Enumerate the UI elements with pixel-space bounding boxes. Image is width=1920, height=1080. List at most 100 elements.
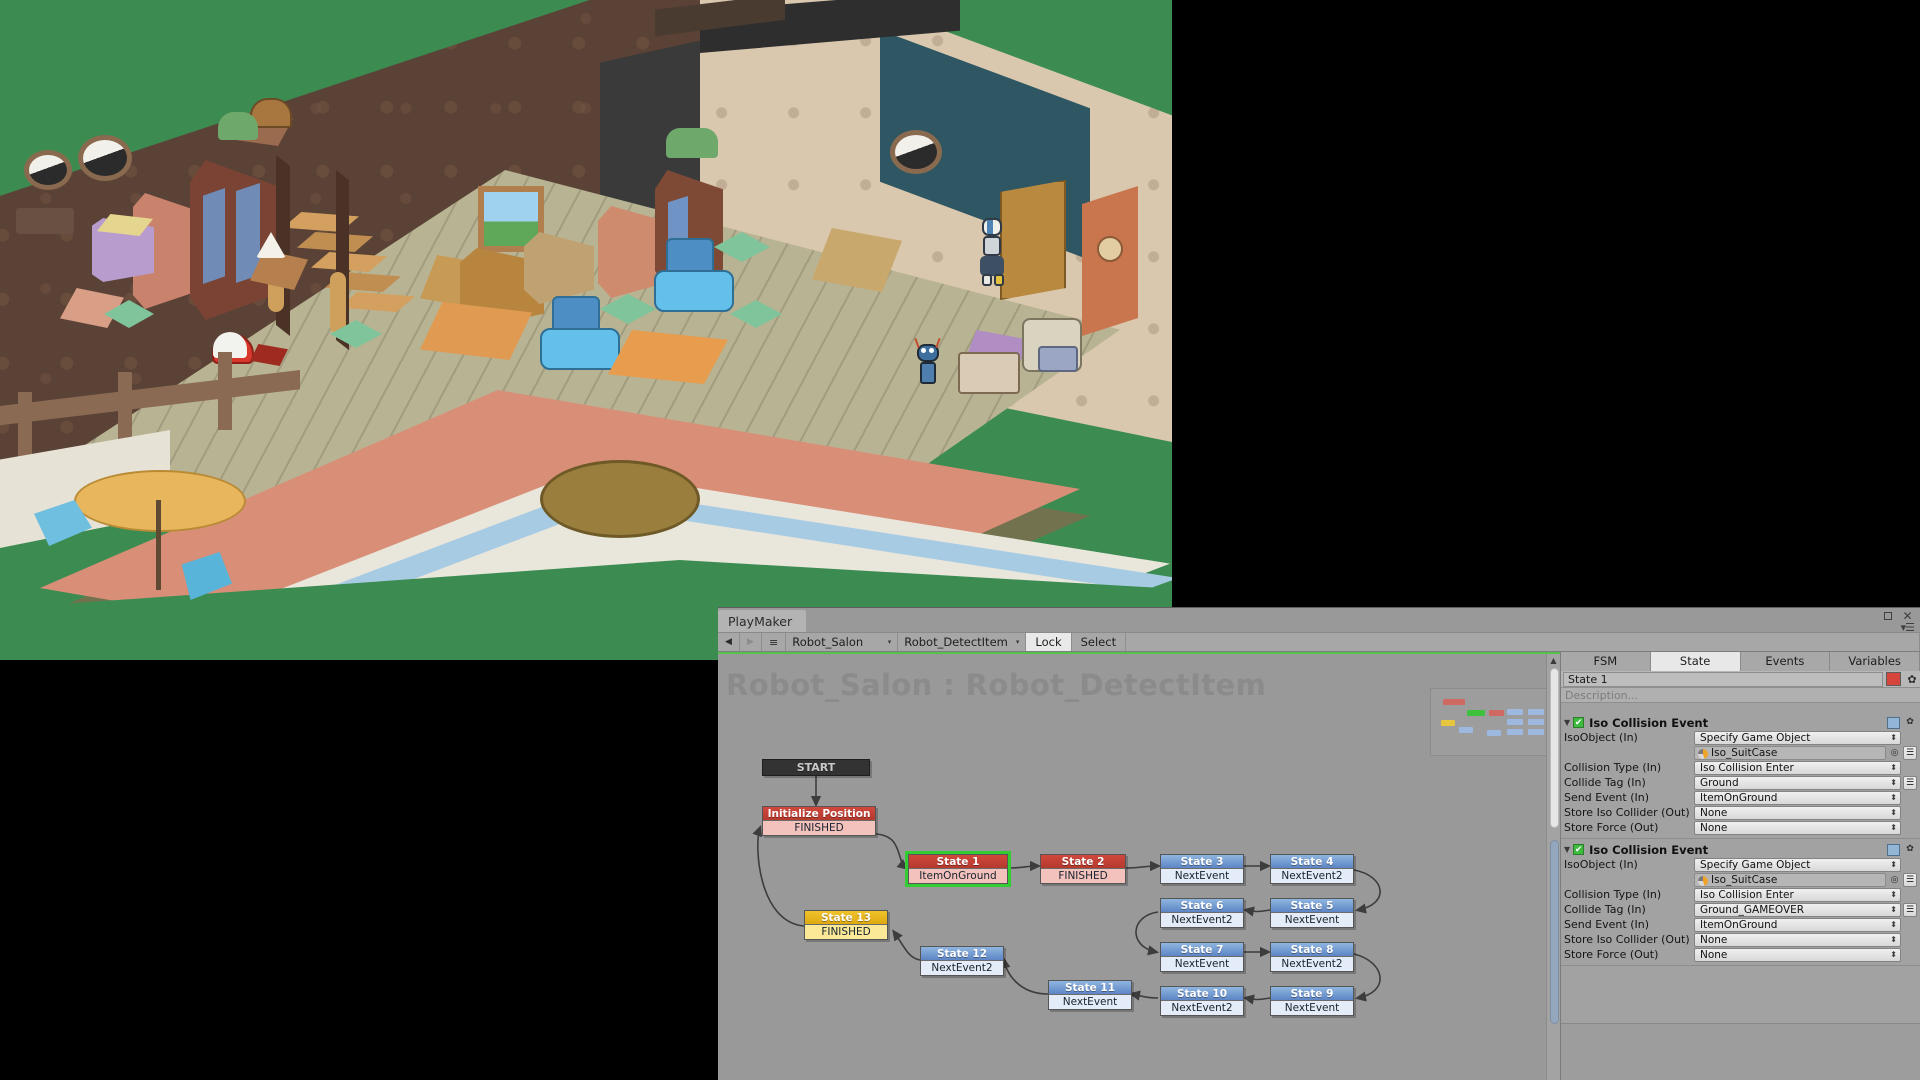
- state-inspector[interactable]: FSM State Events Variables State 1 ✿ Descri…: [1560, 652, 1920, 1080]
- fsm-state-node-event[interactable]: NextEvent2: [1161, 913, 1243, 927]
- fsm-state-node[interactable]: State 12 NextEvent2: [920, 946, 1004, 976]
- fsm-state-node-event[interactable]: NextEvent: [1271, 913, 1353, 927]
- dropdown-field[interactable]: Ground ⬍: [1694, 775, 1901, 790]
- stepper-icon[interactable]: ⬍: [1890, 732, 1897, 744]
- variable-menu-button[interactable]: ☰: [1903, 775, 1917, 790]
- playmaker-window[interactable]: PlayMaker ✕ ▾☰ ◀ ▶ ≡ Robot_Salon ▾ Robot…: [718, 607, 1920, 1080]
- dropdown-field[interactable]: None ⬍: [1694, 820, 1901, 835]
- window-menu-icon[interactable]: ▾☰: [1901, 621, 1915, 634]
- playmaker-tab[interactable]: PlayMaker: [718, 610, 807, 632]
- dropdown-field[interactable]: None ⬍: [1694, 947, 1901, 962]
- scrollbar-thumb-light[interactable]: [1550, 668, 1559, 828]
- fsm-state-node[interactable]: START: [762, 759, 870, 776]
- fsm-state-node[interactable]: State 5 NextEvent: [1270, 898, 1354, 928]
- stepper-icon[interactable]: ⬍: [1890, 919, 1897, 931]
- object-field[interactable]: Iso_SuitCase: [1694, 745, 1886, 760]
- fsm-name-dropdown[interactable]: Robot_DetectItem ▾: [898, 633, 1027, 651]
- object-field[interactable]: Iso_SuitCase: [1694, 872, 1886, 887]
- fsm-state-node-event[interactable]: FINISHED: [1041, 869, 1125, 883]
- fsm-owner-dropdown[interactable]: Robot_Salon ▾: [786, 633, 899, 651]
- stepper-icon[interactable]: ⬍: [1890, 904, 1897, 916]
- fsm-state-node[interactable]: State 10 NextEvent2: [1160, 986, 1244, 1016]
- stepper-icon[interactable]: ⬍: [1890, 792, 1897, 804]
- select-button[interactable]: Select: [1072, 633, 1127, 651]
- playmaker-toolbar[interactable]: ◀ ▶ ≡ Robot_Salon ▾ Robot_DetectItem ▾ L…: [718, 632, 1920, 652]
- dropdown-field[interactable]: Ground_GAMEOVER ⬍: [1694, 902, 1901, 917]
- help-icon[interactable]: [1886, 716, 1900, 729]
- tab-events[interactable]: Events: [1740, 652, 1831, 671]
- action-header[interactable]: ▼ ✔ Iso Collision Event ✿: [1561, 715, 1920, 730]
- tab-variables[interactable]: Variables: [1830, 652, 1920, 671]
- gear-icon[interactable]: ✿: [1904, 673, 1920, 686]
- scrollbar-thumb[interactable]: [1550, 840, 1559, 1024]
- back-button[interactable]: ◀: [718, 633, 740, 651]
- fsm-state-node[interactable]: State 1 ItemOnGround: [905, 851, 1011, 887]
- action-enabled-checkbox[interactable]: ✔: [1573, 844, 1585, 855]
- state-name-row[interactable]: State 1 ✿: [1561, 671, 1920, 688]
- object-picker-icon[interactable]: ◎: [1888, 748, 1901, 758]
- graph-scrollbar[interactable]: ▲: [1546, 654, 1560, 1080]
- fsm-state-node-event[interactable]: ItemOnGround: [909, 869, 1007, 883]
- tab-state[interactable]: State: [1650, 652, 1741, 671]
- stepper-icon[interactable]: ⬍: [1890, 859, 1897, 871]
- game-view[interactable]: [0, 0, 1172, 660]
- fsm-state-node[interactable]: State 9 NextEvent: [1270, 986, 1354, 1016]
- fsm-state-node-event[interactable]: FINISHED: [805, 925, 887, 939]
- lock-button[interactable]: Lock: [1026, 633, 1072, 651]
- stepper-icon[interactable]: ⬍: [1890, 762, 1897, 774]
- fsm-state-node-event[interactable]: NextEvent: [1161, 957, 1243, 971]
- stepper-icon[interactable]: ⬍: [1890, 807, 1897, 819]
- variable-menu-button[interactable]: ☰: [1903, 745, 1917, 760]
- state-description-input[interactable]: Description...: [1561, 688, 1920, 703]
- action-enabled-checkbox[interactable]: ✔: [1573, 717, 1585, 728]
- chevron-down-icon[interactable]: ▼: [1564, 845, 1570, 854]
- object-picker-icon[interactable]: ◎: [1888, 875, 1901, 885]
- fsm-state-node-event[interactable]: NextEvent2: [921, 961, 1003, 975]
- fsm-state-node[interactable]: State 11 NextEvent: [1048, 980, 1132, 1010]
- tab-fsm[interactable]: FSM: [1561, 652, 1651, 671]
- dropdown-field[interactable]: Iso Collision Enter ⬍: [1694, 760, 1901, 775]
- dropdown-field[interactable]: ItemOnGround ⬍: [1694, 790, 1901, 805]
- fsm-state-node[interactable]: State 3 NextEvent: [1160, 854, 1244, 884]
- stepper-icon[interactable]: ⬍: [1890, 949, 1897, 961]
- fsm-state-node[interactable]: State 13 FINISHED: [804, 910, 888, 940]
- fsm-state-node[interactable]: State 4 NextEvent2: [1270, 854, 1354, 884]
- variable-menu-button[interactable]: ☰: [1903, 902, 1917, 917]
- forward-button[interactable]: ▶: [740, 633, 762, 651]
- scroll-up-icon[interactable]: ▲: [1547, 654, 1560, 667]
- stepper-icon[interactable]: ⬍: [1890, 934, 1897, 946]
- dropdown-field[interactable]: Specify Game Object ⬍: [1694, 857, 1901, 872]
- fsm-state-node-event[interactable]: NextEvent: [1161, 869, 1243, 883]
- fsm-state-node[interactable]: State 6 NextEvent2: [1160, 898, 1244, 928]
- fsm-state-node-event[interactable]: NextEvent: [1049, 995, 1131, 1009]
- gear-icon[interactable]: ✿: [1903, 717, 1917, 729]
- stepper-icon[interactable]: ⬍: [1890, 822, 1897, 834]
- gear-icon[interactable]: ✿: [1903, 844, 1917, 856]
- stepper-icon[interactable]: ⬍: [1890, 889, 1897, 901]
- fsm-state-node-event[interactable]: NextEvent: [1271, 1001, 1353, 1015]
- action-header[interactable]: ▼ ✔ Iso Collision Event ✿: [1561, 842, 1920, 857]
- stepper-icon[interactable]: ⬍: [1890, 777, 1897, 789]
- state-name-input[interactable]: State 1: [1563, 671, 1883, 687]
- help-icon[interactable]: [1886, 843, 1900, 856]
- fsm-state-node[interactable]: State 2 FINISHED: [1040, 854, 1126, 884]
- fsm-state-node-event[interactable]: NextEvent2: [1271, 957, 1353, 971]
- fsm-state-node-event[interactable]: FINISHED: [763, 821, 875, 835]
- dropdown-field[interactable]: None ⬍: [1694, 932, 1901, 947]
- inspector-tabs[interactable]: FSM State Events Variables: [1561, 652, 1920, 671]
- fsm-state-node-event[interactable]: NextEvent2: [1161, 1001, 1243, 1015]
- fsm-state-node[interactable]: Initialize Position FINISHED: [762, 806, 876, 836]
- playmaker-titlebar[interactable]: PlayMaker ✕ ▾☰: [718, 608, 1920, 634]
- fsm-state-node[interactable]: State 7 NextEvent: [1160, 942, 1244, 972]
- fsm-state-node[interactable]: State 8 NextEvent2: [1270, 942, 1354, 972]
- state-color-swatch[interactable]: [1886, 672, 1901, 686]
- dropdown-field[interactable]: Specify Game Object ⬍: [1694, 730, 1901, 745]
- fsm-state-node-event[interactable]: NextEvent2: [1271, 869, 1353, 883]
- dropdown-field[interactable]: ItemOnGround ⬍: [1694, 917, 1901, 932]
- menu-button[interactable]: ≡: [762, 633, 787, 651]
- minimize-icon[interactable]: [1881, 609, 1894, 622]
- chevron-down-icon[interactable]: ▼: [1564, 718, 1570, 727]
- dropdown-field[interactable]: None ⬍: [1694, 805, 1901, 820]
- dropdown-field[interactable]: Iso Collision Enter ⬍: [1694, 887, 1901, 902]
- variable-menu-button[interactable]: ☰: [1903, 872, 1917, 887]
